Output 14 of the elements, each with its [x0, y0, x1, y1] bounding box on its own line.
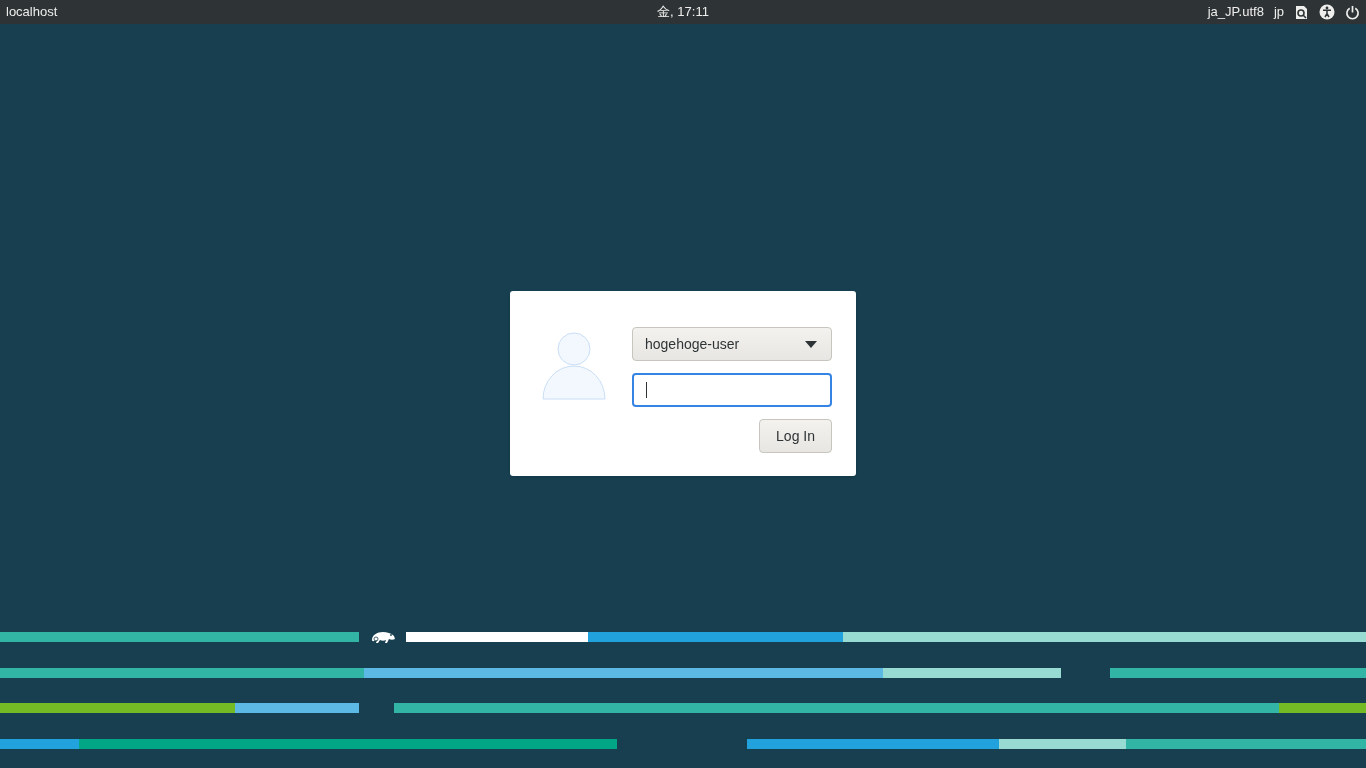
chameleon-icon — [370, 630, 396, 644]
accessibility-icon[interactable] — [1319, 4, 1335, 20]
user-select[interactable]: hogehoge-user — [632, 327, 832, 361]
power-icon[interactable] — [1345, 4, 1360, 20]
text-cursor — [646, 382, 647, 398]
dropdown-caret-icon — [805, 340, 817, 348]
user-avatar-icon — [542, 331, 606, 403]
keyboard-layout-indicator[interactable]: jp — [1273, 2, 1284, 22]
document-icon[interactable] — [1294, 4, 1309, 20]
hostname: localhost — [6, 3, 58, 22]
password-field[interactable] — [632, 373, 832, 407]
login-button[interactable]: Log In — [759, 419, 832, 453]
locale-indicator[interactable]: ja_JP.utf8 — [1207, 2, 1264, 22]
clock[interactable]: 金, 17:11 — [657, 2, 709, 22]
